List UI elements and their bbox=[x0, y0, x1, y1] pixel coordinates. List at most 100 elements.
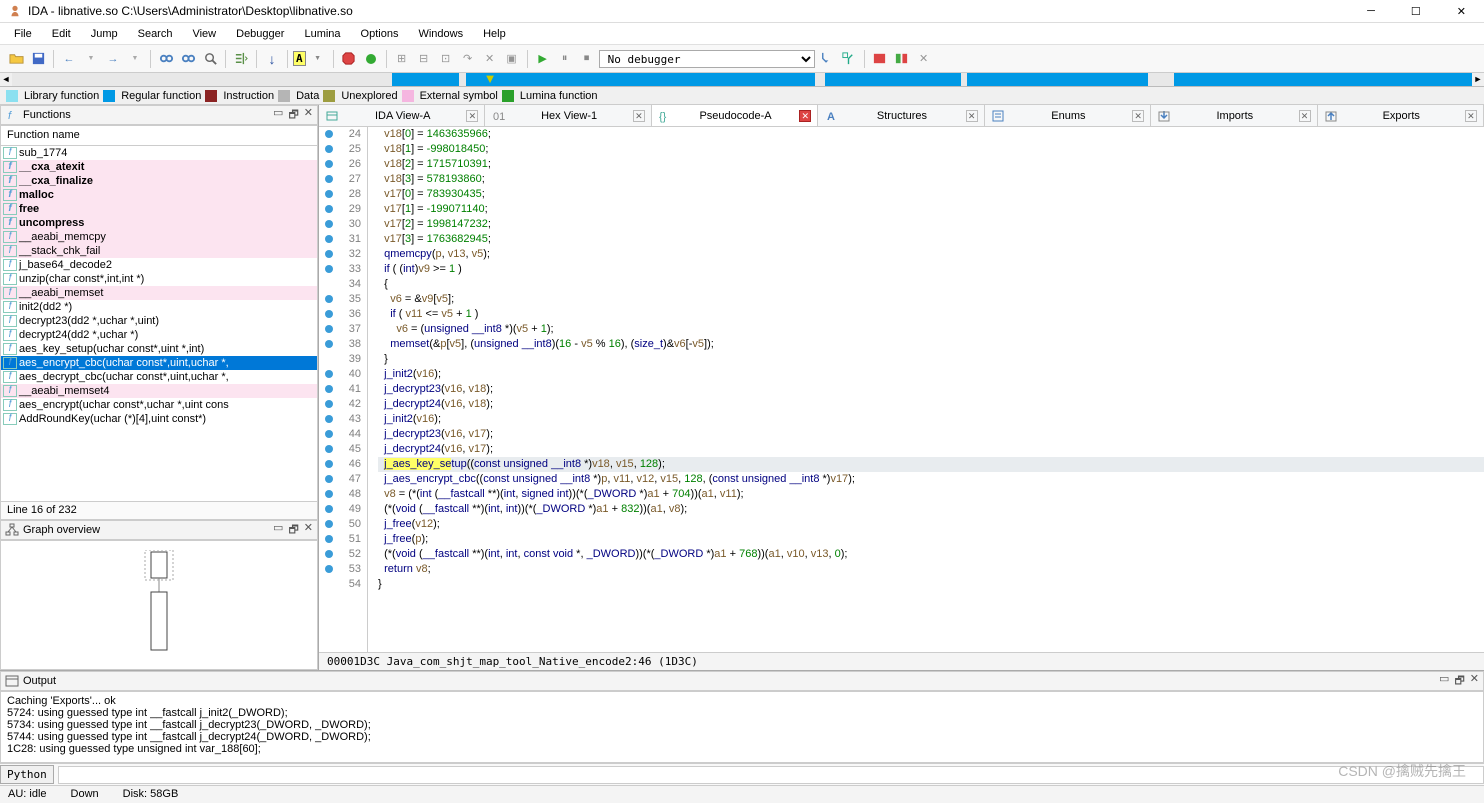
dbg1-icon[interactable]: ⊞ bbox=[392, 49, 412, 69]
tab-close-icon[interactable]: ✕ bbox=[1132, 110, 1144, 122]
breakpoint-icon[interactable] bbox=[325, 430, 333, 438]
back-icon[interactable]: ← bbox=[59, 49, 79, 69]
fwd-icon[interactable]: → bbox=[103, 49, 123, 69]
back-dd-icon[interactable]: ▼ bbox=[81, 49, 101, 69]
function-row[interactable]: fAddRoundKey(uchar (*)[4],uint const*) bbox=[1, 412, 317, 426]
code-line[interactable]: v17[1] = -199071140; bbox=[378, 202, 1484, 217]
menu-edit[interactable]: Edit bbox=[42, 25, 81, 43]
breakpoint-icon[interactable] bbox=[325, 250, 333, 258]
python-input[interactable] bbox=[58, 766, 1484, 784]
code-line[interactable]: j_aes_key_setup((const unsigned __int8 *… bbox=[378, 457, 1484, 472]
menu-view[interactable]: View bbox=[182, 25, 226, 43]
function-row[interactable]: f__aeabi_memset4 bbox=[1, 384, 317, 398]
function-row[interactable]: f__cxa_finalize bbox=[1, 174, 317, 188]
code-line[interactable]: j_init2(v16); bbox=[378, 412, 1484, 427]
breakpoint-icon[interactable] bbox=[325, 445, 333, 453]
code-line[interactable]: j_decrypt23(v16, v17); bbox=[378, 427, 1484, 442]
breakpoint-icon[interactable] bbox=[325, 130, 333, 138]
tab-close-icon[interactable]: ✕ bbox=[633, 110, 645, 122]
menu-file[interactable]: File bbox=[4, 25, 42, 43]
code-line[interactable]: if ( (int)v9 >= 1 ) bbox=[378, 262, 1484, 277]
function-row[interactable]: ffree bbox=[1, 202, 317, 216]
code-line[interactable]: qmemcpy(p, v13, v5); bbox=[378, 247, 1484, 262]
tb-a-icon[interactable] bbox=[870, 49, 890, 69]
tab-close-icon[interactable]: ✕ bbox=[966, 110, 978, 122]
code-line[interactable]: v18[3] = 578193860; bbox=[378, 172, 1484, 187]
tab-close-icon[interactable]: ✕ bbox=[1299, 110, 1311, 122]
tab-close-icon[interactable]: ✕ bbox=[799, 110, 811, 122]
function-row[interactable]: f__stack_chk_fail bbox=[1, 244, 317, 258]
binoculars2-icon[interactable] bbox=[178, 49, 198, 69]
pause-icon[interactable]: ⏸ bbox=[555, 49, 575, 69]
function-row[interactable]: fj_base64_decode2 bbox=[1, 258, 317, 272]
binoculars-icon[interactable] bbox=[156, 49, 176, 69]
breakpoint-icon[interactable] bbox=[325, 385, 333, 393]
highlight-marker[interactable]: A bbox=[293, 51, 306, 66]
dbg2-icon[interactable]: ⊟ bbox=[414, 49, 434, 69]
save-icon[interactable] bbox=[28, 49, 48, 69]
breakpoint-icon[interactable] bbox=[325, 520, 333, 528]
graph-overview[interactable] bbox=[0, 540, 318, 670]
menu-help[interactable]: Help bbox=[473, 25, 516, 43]
tab-hex-view-1[interactable]: 01Hex View-1✕ bbox=[485, 105, 651, 126]
gpanel-max-icon[interactable]: 🗗 bbox=[288, 521, 298, 540]
zoom-icon[interactable] bbox=[200, 49, 220, 69]
code-line[interactable]: } bbox=[378, 352, 1484, 367]
panel-float-icon[interactable]: ▭ bbox=[273, 106, 283, 125]
fwd-dd-icon[interactable]: ▼ bbox=[125, 49, 145, 69]
menu-jump[interactable]: Jump bbox=[81, 25, 128, 43]
breakpoint-icon[interactable] bbox=[325, 460, 333, 468]
xref-icon[interactable] bbox=[231, 49, 251, 69]
breakpoint-icon[interactable] bbox=[325, 400, 333, 408]
opanel-close-icon[interactable]: ✕ bbox=[1470, 672, 1479, 691]
menu-debugger[interactable]: Debugger bbox=[226, 25, 294, 43]
gpanel-close-icon[interactable]: ✕ bbox=[304, 521, 313, 540]
code-line[interactable]: v6 = (unsigned __int8 *)(v5 + 1); bbox=[378, 322, 1484, 337]
breakpoint-icon[interactable] bbox=[325, 490, 333, 498]
dbg4-icon[interactable]: ↷ bbox=[458, 49, 478, 69]
dbg6-icon[interactable]: ▣ bbox=[502, 49, 522, 69]
function-row[interactable]: faes_key_setup(uchar const*,uint *,int) bbox=[1, 342, 317, 356]
function-row[interactable]: funzip(char const*,int,int *) bbox=[1, 272, 317, 286]
function-row[interactable]: funcompress bbox=[1, 216, 317, 230]
code-line[interactable]: memset(&p[v5], (unsigned __int8)(16 - v5… bbox=[378, 337, 1484, 352]
nav-strip[interactable]: ◄ ▼ ► bbox=[0, 73, 1484, 87]
function-row[interactable]: f__aeabi_memcpy bbox=[1, 230, 317, 244]
menu-options[interactable]: Options bbox=[351, 25, 409, 43]
function-row[interactable]: finit2(dd2 *) bbox=[1, 300, 317, 314]
breakpoint-icon[interactable] bbox=[325, 205, 333, 213]
breakpoint-icon[interactable] bbox=[325, 340, 333, 348]
opanel-max-icon[interactable]: 🗗 bbox=[1454, 672, 1464, 691]
breakpoint-icon[interactable] bbox=[325, 310, 333, 318]
function-row[interactable]: fdecrypt23(dd2 *,uchar *,uint) bbox=[1, 314, 317, 328]
menu-lumina[interactable]: Lumina bbox=[294, 25, 350, 43]
code-line[interactable]: v18[0] = 1463635966; bbox=[378, 127, 1484, 142]
code-line[interactable]: j_init2(v16); bbox=[378, 367, 1484, 382]
breakpoint-icon[interactable] bbox=[325, 220, 333, 228]
tab-close-icon[interactable]: ✕ bbox=[466, 110, 478, 122]
function-row[interactable]: fsub_1774 bbox=[1, 146, 317, 160]
breakpoint-icon[interactable] bbox=[325, 415, 333, 423]
function-list[interactable]: fsub_1774f__cxa_atexitf__cxa_finalizefma… bbox=[1, 146, 317, 501]
breakpoint-icon[interactable] bbox=[325, 265, 333, 273]
tb-b-icon[interactable] bbox=[892, 49, 912, 69]
dbg5-icon[interactable]: ✕ bbox=[480, 49, 500, 69]
code-line[interactable]: return v8; bbox=[378, 562, 1484, 577]
menu-search[interactable]: Search bbox=[128, 25, 183, 43]
breakpoint-icon[interactable] bbox=[325, 145, 333, 153]
breakpoint-icon[interactable] bbox=[325, 565, 333, 573]
code-line[interactable]: } bbox=[378, 577, 1484, 592]
play-icon[interactable]: ▶ bbox=[533, 49, 553, 69]
code-line[interactable]: j_decrypt24(v16, v18); bbox=[378, 397, 1484, 412]
maximize-button[interactable]: ☐ bbox=[1401, 3, 1431, 20]
gpanel-float-icon[interactable]: ▭ bbox=[273, 521, 283, 540]
tab-pseudocode-a[interactable]: {}Pseudocode-A✕ bbox=[652, 105, 818, 126]
breakpoint-icon[interactable] bbox=[325, 295, 333, 303]
code-line[interactable]: j_decrypt23(v16, v18); bbox=[378, 382, 1484, 397]
code-line[interactable]: j_free(p); bbox=[378, 532, 1484, 547]
tab-exports[interactable]: Exports✕ bbox=[1318, 105, 1484, 126]
code-line[interactable]: j_free(v12); bbox=[378, 517, 1484, 532]
code-line[interactable]: v17[3] = 1763682945; bbox=[378, 232, 1484, 247]
code-line[interactable]: (*(void (__fastcall **)(int, int))(*(_DW… bbox=[378, 502, 1484, 517]
breakpoint-icon[interactable] bbox=[325, 160, 333, 168]
